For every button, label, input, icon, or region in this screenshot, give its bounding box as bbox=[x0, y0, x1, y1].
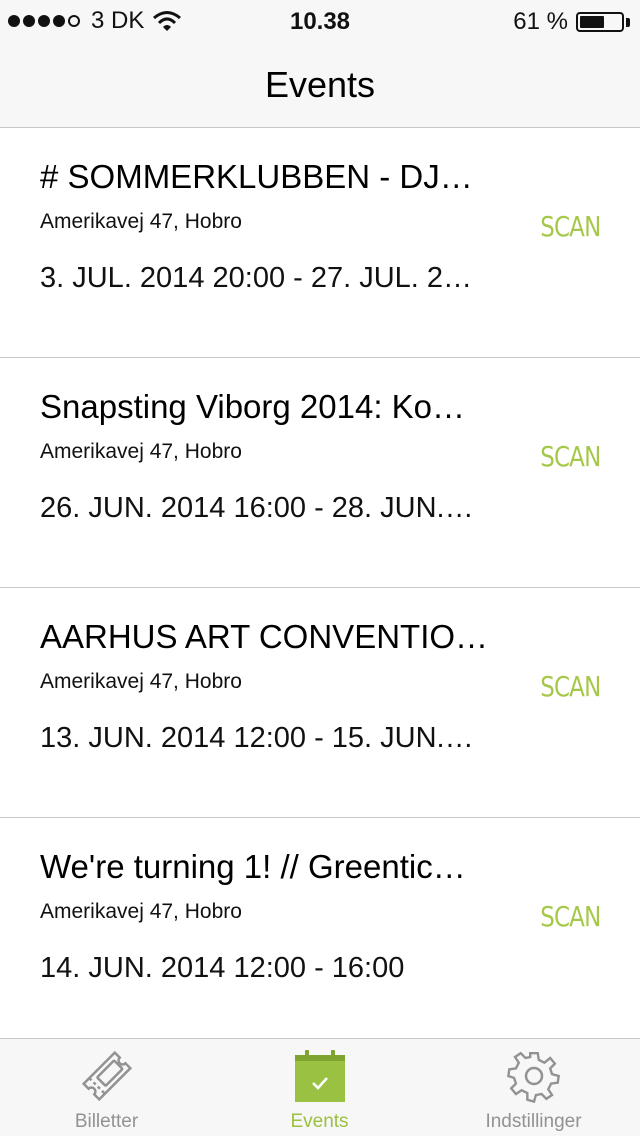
tab-indstillinger[interactable]: Indstillinger bbox=[427, 1039, 640, 1137]
status-bar: 3 DK 10.38 61 % bbox=[0, 0, 640, 40]
scan-button[interactable]: SCAN bbox=[540, 670, 601, 703]
scan-button[interactable]: SCAN bbox=[540, 900, 601, 933]
battery-icon bbox=[576, 12, 624, 32]
ticket-icon bbox=[81, 1050, 132, 1102]
event-location: Amerikavej 47, Hobro bbox=[40, 900, 242, 923]
event-location: Amerikavej 47, Hobro bbox=[40, 440, 242, 463]
navigation-bar: Events bbox=[0, 40, 640, 128]
event-location: Amerikavej 47, Hobro bbox=[40, 670, 242, 693]
event-title: # SOMMERKLUBBEN - DJ… bbox=[40, 158, 473, 195]
event-list-item[interactable]: Snapsting Viborg 2014: Ko… Amerikavej 47… bbox=[0, 358, 640, 588]
gear-icon bbox=[506, 1051, 560, 1103]
event-date: 14. JUN. 2014 12:00 - 16:00 bbox=[40, 952, 405, 984]
tab-events[interactable]: Events bbox=[213, 1039, 426, 1137]
calendar-check-icon bbox=[294, 1050, 345, 1102]
battery-percent: 61 % bbox=[513, 8, 568, 35]
tab-label: Indstillinger bbox=[485, 1111, 582, 1132]
event-title: We're turning 1! // Greentic… bbox=[40, 848, 466, 885]
tab-bar: Billetter Events Indstillinger bbox=[0, 1038, 640, 1136]
event-list-item[interactable]: AARHUS ART CONVENTIO… Amerikavej 47, Hob… bbox=[0, 588, 640, 818]
status-right: 61 % bbox=[513, 8, 630, 36]
event-list[interactable]: # SOMMERKLUBBEN - DJ… Amerikavej 47, Hob… bbox=[0, 128, 640, 1048]
scan-button[interactable]: SCAN bbox=[540, 210, 601, 243]
page-title: Events bbox=[264, 64, 376, 105]
event-list-item[interactable]: We're turning 1! // Greentic… Amerikavej… bbox=[0, 818, 640, 1048]
event-date: 3. JUL. 2014 20:00 - 27. JUL. 2… bbox=[40, 262, 473, 294]
event-date: 26. JUN. 2014 16:00 - 28. JUN.… bbox=[40, 492, 474, 524]
tab-billetter[interactable]: Billetter bbox=[0, 1039, 213, 1137]
battery-fill bbox=[580, 16, 604, 28]
scan-button[interactable]: SCAN bbox=[540, 440, 601, 473]
tab-label: Events bbox=[290, 1111, 349, 1132]
event-location: Amerikavej 47, Hobro bbox=[40, 210, 242, 233]
event-title: AARHUS ART CONVENTIO… bbox=[40, 618, 489, 655]
battery-cap bbox=[626, 17, 630, 27]
event-list-item[interactable]: # SOMMERKLUBBEN - DJ… Amerikavej 47, Hob… bbox=[0, 128, 640, 358]
tab-label: Billetter bbox=[74, 1111, 139, 1132]
event-title: Snapsting Viborg 2014: Ko… bbox=[40, 388, 466, 425]
event-date: 13. JUN. 2014 12:00 - 15. JUN.… bbox=[40, 722, 474, 754]
